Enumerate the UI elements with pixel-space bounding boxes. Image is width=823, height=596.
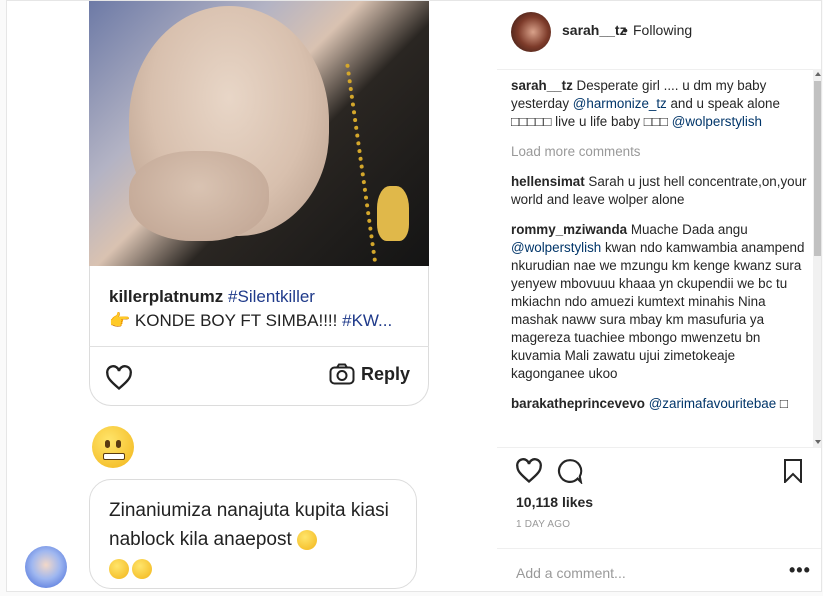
image-caption: killerplatnumz #Silentkiller 👉 KONDE BOY… <box>109 285 409 333</box>
reply-area: Reply <box>329 363 410 385</box>
comment-user[interactable]: hellensimat <box>511 174 585 189</box>
list-item: barakatheprincevevo @zarimafavouritebae … <box>511 395 809 413</box>
comments-scrollbar[interactable] <box>813 69 821 447</box>
bubble-text: Zinaniumiza nanajuta kupita kiasi nabloc… <box>109 496 404 583</box>
post-header: sarah__tz • Following <box>497 1 821 70</box>
scroll-up-icon[interactable] <box>815 72 821 76</box>
comment-user[interactable]: sarah__tz <box>511 78 573 93</box>
post-photo <box>89 1 429 266</box>
sweat-emoji-icon <box>109 558 129 579</box>
list-item: hellensimat Sarah u just hell concentrat… <box>511 173 809 209</box>
add-comment-input[interactable]: Add a comment... <box>516 565 626 581</box>
comment-user[interactable]: barakatheprincevevo <box>511 396 645 411</box>
caption-line2: KONDE BOY FT SIMBA!!!! <box>134 311 343 330</box>
photo-hand <box>129 151 269 241</box>
camera-icon <box>329 363 355 385</box>
comment-user[interactable]: rommy_mziwanda <box>511 222 627 237</box>
sweat-emoji-icon <box>297 529 318 550</box>
comments-list: sarah__tz Desperate girl .... u dm my ba… <box>511 77 809 447</box>
caption-comment: sarah__tz Desperate girl .... u dm my ba… <box>511 77 809 131</box>
list-item: rommy_mziwanda Muache Dada angu @wolpers… <box>511 221 809 383</box>
mention-link[interactable]: @wolperstylish <box>672 114 762 129</box>
profile-avatar[interactable] <box>511 12 551 52</box>
post-modal: killerplatnumz #Silentkiller 👉 KONDE BOY… <box>6 0 822 592</box>
post-date: 1 DAY AGO <box>516 519 571 530</box>
reply-label: Reply <box>361 363 411 384</box>
post-actions: 10,118 likes 1 DAY AGO Add a comment... … <box>497 447 821 591</box>
comment-text: Muache Dada angu <box>627 222 748 237</box>
header-username[interactable]: sarah__tz <box>562 22 627 38</box>
pointing-hand-icon: 👉 <box>109 311 131 330</box>
comment-bubble-icon[interactable] <box>557 458 583 484</box>
like-heart-icon[interactable] <box>515 458 543 484</box>
more-options-icon[interactable]: ••• <box>789 560 811 581</box>
scroll-down-icon[interactable] <box>815 440 821 444</box>
add-comment-bar: Add a comment... ••• <box>497 548 821 591</box>
mention-link[interactable]: @harmonize_tz <box>573 96 667 111</box>
sweat-emoji-icon <box>132 558 152 579</box>
mention-link[interactable]: @wolperstylish <box>511 240 601 255</box>
caption-hashtag2: #KW... <box>342 311 393 330</box>
mention-link[interactable]: @zarimafavouritebae <box>649 396 776 411</box>
load-more-comments[interactable]: Load more comments <box>511 143 809 161</box>
caption-hashtag: #Silentkiller <box>228 287 315 306</box>
photo-pendant <box>377 186 409 241</box>
likes-count[interactable]: 10,118 likes <box>516 494 593 510</box>
avatar <box>25 546 67 588</box>
post-media: killerplatnumz #Silentkiller 👉 KONDE BOY… <box>7 1 497 591</box>
caption-user: killerplatnumz <box>109 287 224 306</box>
scrollbar-thumb[interactable] <box>814 81 821 256</box>
grimace-emoji-icon <box>92 426 134 468</box>
comment-text: □ <box>776 396 789 411</box>
comment-text: kwan ndo kamwambia anampend nkurudian na… <box>511 240 805 381</box>
heart-icon <box>106 365 132 391</box>
bookmark-icon[interactable] <box>783 459 803 483</box>
header-separator: • <box>623 22 628 38</box>
following-button[interactable]: Following <box>633 22 692 38</box>
post-details-panel: sarah__tz • Following sarah__tz Desperat… <box>497 1 821 591</box>
bubble-message: Zinaniumiza nanajuta kupita kiasi nabloc… <box>109 500 389 550</box>
card-divider <box>89 346 429 347</box>
